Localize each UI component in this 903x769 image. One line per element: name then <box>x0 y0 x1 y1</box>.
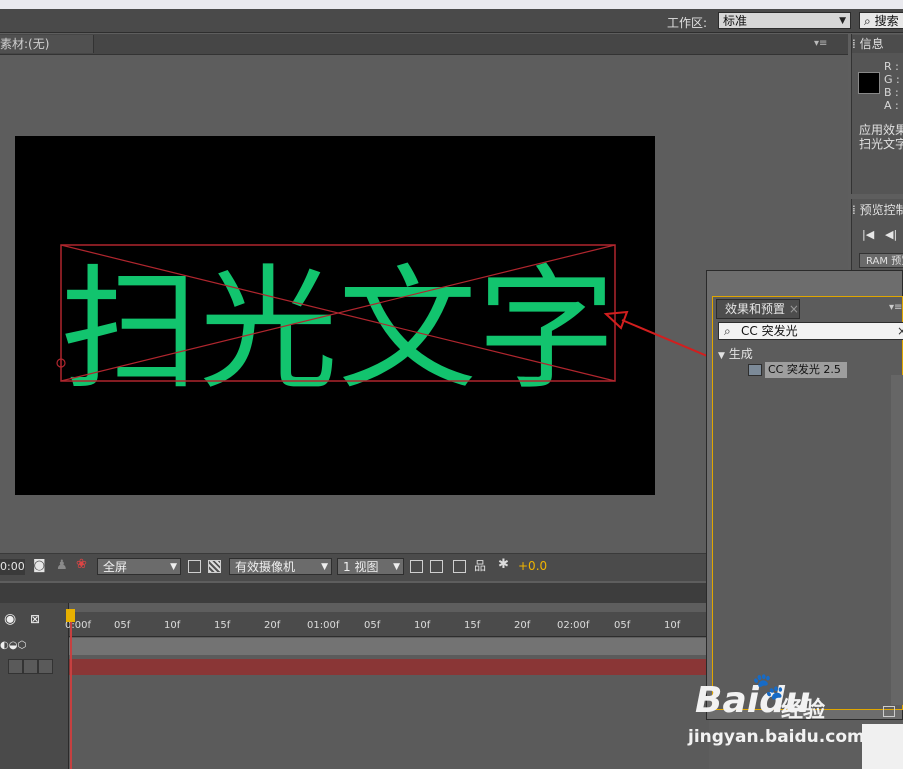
work-area-bar[interactable] <box>69 638 709 655</box>
layer-switch-box[interactable] <box>8 659 23 674</box>
category-label: 生成 <box>728 347 753 361</box>
effects-search-value: CC 突发光 <box>741 324 798 338</box>
camera-snapshot-icon[interactable]: ◙ <box>33 558 46 573</box>
info-line-2: 扫光文字 <box>859 137 903 151</box>
transparency-grid-icon[interactable] <box>208 560 221 573</box>
ruler-tick: 15f <box>214 620 231 631</box>
ruler-tick: 10f <box>164 620 181 631</box>
chevron-down-icon: ▼ <box>170 562 177 572</box>
view-layout-value: 1 视图 <box>343 560 379 574</box>
ruler-tick: 01:00f <box>307 620 340 631</box>
current-time-indicator[interactable] <box>70 620 72 769</box>
preview-tab-label: 预览控制 <box>859 203 903 217</box>
info-r: R : <box>884 60 899 73</box>
first-frame-icon[interactable]: |◀ <box>862 228 874 241</box>
watermark-jingyan: 经验 <box>781 698 826 723</box>
effects-tab-label: 效果和预置 <box>725 302 786 316</box>
effect-item-cc-light-burst[interactable]: CC 突发光 2.5 <box>765 362 847 378</box>
ruler-tick: 20f <box>514 620 531 631</box>
info-tab-label: 信息 <box>859 37 884 51</box>
ruler-tick: 05f <box>364 620 381 631</box>
layer-duration-bar[interactable] <box>69 659 709 675</box>
fast-previews-icon[interactable] <box>430 560 443 573</box>
timeline-icon[interactable] <box>453 560 466 573</box>
effects-category[interactable]: ▼ 生成 <box>718 345 753 362</box>
watermark-url: jingyan.baidu.com <box>688 727 865 747</box>
effect-icon <box>748 364 762 376</box>
channels-icon[interactable]: ❀ <box>76 557 87 572</box>
prev-frame-icon[interactable]: ◀| <box>885 228 897 241</box>
close-icon[interactable]: × <box>789 302 799 316</box>
ruler-tick: 05f <box>614 620 631 631</box>
region-of-interest-icon[interactable] <box>188 560 201 573</box>
ruler-tick: 20f <box>264 620 281 631</box>
info-g: G : <box>884 73 900 86</box>
effects-search-input[interactable]: ⌕ CC 突发光 × <box>718 322 903 340</box>
grip-icon: ⁞ <box>852 37 860 51</box>
exposure-value[interactable]: +0.0 <box>518 559 547 573</box>
paw-logo-icon: 🐾 <box>752 672 785 702</box>
ruler-tick: 05f <box>114 620 131 631</box>
info-b: B : <box>884 86 899 99</box>
chevron-down-icon: ▼ <box>393 562 400 572</box>
ruler-tick: 15f <box>464 620 481 631</box>
resolution-select[interactable]: 全屏 ▼ <box>97 558 181 575</box>
camera-select[interactable]: 有效摄像机 ▼ <box>229 558 332 575</box>
corner-logo <box>862 724 903 769</box>
new-folder-icon[interactable] <box>883 706 895 717</box>
chevron-down-icon: ▼ <box>321 562 328 572</box>
tab-preview[interactable]: ⁞ 预览控制 <box>852 201 903 218</box>
show-snapshot-icon[interactable]: ♟ <box>56 558 68 573</box>
canvas-text[interactable]: 扫光文字 <box>60 252 616 408</box>
ruler-tick: 10f <box>664 620 681 631</box>
layer-switch-box[interactable] <box>38 659 53 674</box>
comp-mini-flowchart-icon[interactable]: ⊠ <box>30 612 40 626</box>
view-layout-select[interactable]: 1 视图 ▼ <box>337 558 404 575</box>
search-layers-icon[interactable]: ◉ <box>4 611 16 627</box>
camera-value: 有效摄像机 <box>235 560 296 574</box>
ruler-tick: 02:00f <box>557 620 590 631</box>
layer-switches-icons[interactable]: ◐◒⬡ <box>0 640 26 651</box>
layer-switch-box[interactable] <box>23 659 38 674</box>
toggle-pixel-aspect-icon[interactable] <box>410 560 423 573</box>
timeline-layer-controls <box>0 603 69 769</box>
resolution-value: 全屏 <box>103 560 128 574</box>
color-swatch <box>858 72 880 94</box>
search-icon: ⌕ <box>724 324 731 338</box>
disclosure-triangle-icon: ▼ <box>718 351 725 361</box>
info-panel <box>851 34 903 194</box>
info-message: 应用效果 扫光文字 <box>859 123 903 151</box>
info-a: A : <box>884 99 899 112</box>
tab-effects-presets[interactable]: 效果和预置 × <box>716 299 800 319</box>
clear-search-icon[interactable]: × <box>897 323 903 340</box>
ram-preview-button[interactable]: RAM 预览 <box>859 253 903 268</box>
current-time-indicator-head[interactable] <box>66 609 75 622</box>
flowchart-icon[interactable]: 品 <box>474 557 486 574</box>
panel-menu-icon[interactable]: ▾≡ <box>889 302 902 313</box>
grip-icon: ⁞ <box>852 203 860 217</box>
exposure-icon[interactable]: ✱ <box>498 557 509 572</box>
info-line-1: 应用效果 <box>859 123 903 137</box>
effects-scrollbar[interactable] <box>891 375 903 705</box>
current-timecode[interactable]: 0:00 <box>0 559 25 575</box>
tab-info[interactable]: ⁞ 信息 <box>852 35 903 53</box>
ruler-tick: 10f <box>414 620 431 631</box>
